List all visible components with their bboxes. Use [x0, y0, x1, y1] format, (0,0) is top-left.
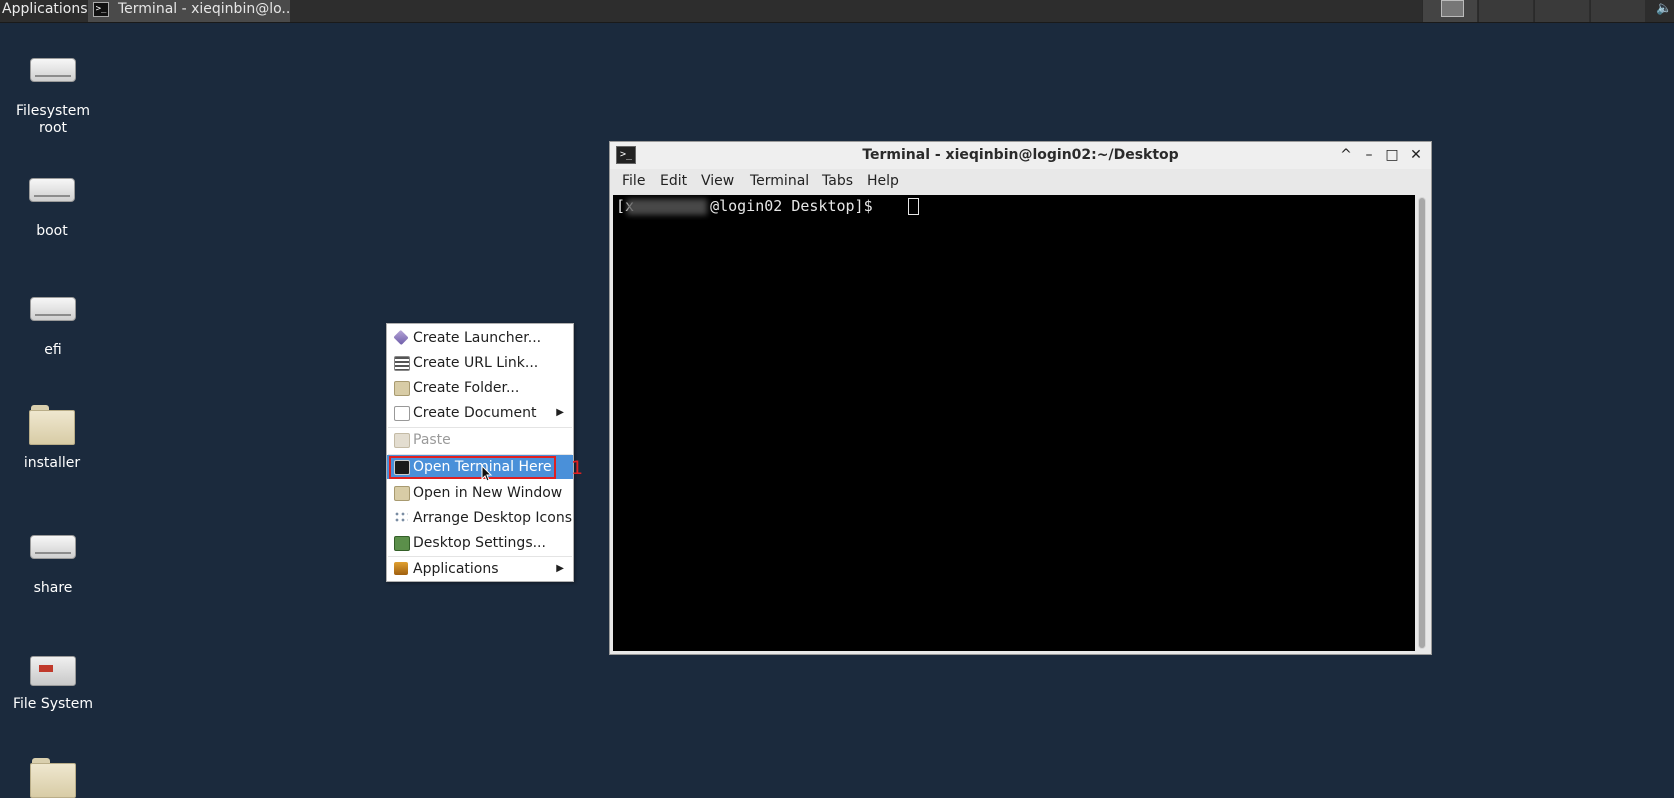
desktop-icon-boot[interactable]: boot	[2, 178, 102, 240]
menu-item-desktop-settings[interactable]: Desktop Settings...	[387, 531, 573, 555]
applications-icon	[394, 562, 408, 575]
terminal-scrollbar[interactable]	[1418, 197, 1426, 649]
desktop-icon-efi[interactable]: efi	[3, 297, 103, 359]
desktop-icon-label: Filesystem root	[15, 103, 91, 136]
desktop-icon-file-system[interactable]: File System	[3, 656, 103, 713]
desktop-icon-share[interactable]: share	[3, 535, 103, 597]
menu-terminal[interactable]: Terminal	[750, 173, 809, 189]
menu-view[interactable]: View	[701, 173, 734, 189]
submenu-arrow-icon: ▶	[556, 563, 564, 574]
menu-item-label: Create Document	[413, 405, 537, 421]
workspace-1[interactable]	[1422, 0, 1477, 22]
maximize-button[interactable]: □	[1383, 146, 1401, 164]
drive-icon	[30, 535, 76, 559]
top-panel: Applications⁝ >_ Terminal - xieqinbin@lo…	[0, 0, 1674, 23]
folder-icon	[29, 405, 75, 445]
menu-help[interactable]: Help	[867, 173, 899, 189]
minimize-button[interactable]: –	[1360, 146, 1378, 164]
arrange-icon	[394, 511, 408, 524]
menu-item-paste: Paste	[387, 428, 573, 452]
workspace-4[interactable]	[1590, 0, 1645, 22]
folder-window-icon	[394, 486, 410, 501]
menu-item-label: Create URL Link...	[413, 355, 539, 371]
desktop-icon-label: share	[33, 580, 73, 596]
desktop-icon-label: installer	[23, 455, 81, 471]
drive-icon	[30, 58, 76, 82]
url-link-icon	[394, 356, 410, 371]
menu-item-arrange-desktop-icons[interactable]: Arrange Desktop Icons	[387, 506, 573, 530]
menu-item-label: Applications	[413, 561, 499, 577]
drive-icon	[30, 297, 76, 321]
taskbar-terminal-button[interactable]: >_ Terminal - xieqinbin@lo...	[88, 0, 290, 22]
redacted-username	[627, 199, 707, 215]
filesystem-icon	[30, 656, 76, 686]
terminal-icon	[394, 460, 410, 475]
mouse-pointer-icon	[481, 465, 493, 482]
menu-item-applications[interactable]: Applications ▶	[387, 557, 573, 581]
menu-item-label: Create Launcher...	[413, 330, 542, 346]
menu-item-label: Desktop Settings...	[413, 535, 546, 551]
desktop-icon-label: File System	[12, 696, 94, 712]
terminal-menubar: File Edit View Terminal Tabs Help	[610, 169, 1431, 194]
applications-label: Applications	[2, 1, 88, 17]
terminal-titlebar[interactable]: >_ Terminal - xieqinbin@login02:~/Deskto…	[610, 142, 1431, 169]
settings-icon	[394, 536, 410, 551]
document-icon	[394, 406, 410, 421]
terminal-cursor	[908, 198, 919, 215]
close-button[interactable]: ✕	[1407, 146, 1425, 164]
annotation-marker-1: 1	[571, 457, 584, 479]
desktop-icon-installer[interactable]: installer	[2, 405, 102, 472]
workspace-window-thumbnail	[1441, 0, 1464, 17]
menu-file[interactable]: File	[622, 173, 645, 189]
menu-tabs[interactable]: Tabs	[822, 173, 853, 189]
menu-item-label: Create Folder...	[413, 380, 520, 396]
desktop-icon-label: boot	[36, 223, 68, 239]
folder-add-icon	[394, 381, 410, 396]
terminal-window: >_ Terminal - xieqinbin@login02:~/Deskto…	[609, 141, 1432, 655]
desktop-icon-filesystem-root[interactable]: Filesystem root	[3, 58, 103, 137]
menu-item-label: Paste	[413, 432, 451, 448]
terminal-title: Terminal - xieqinbin@login02:~/Desktop	[862, 147, 1179, 163]
terminal-screen[interactable]: [x @login02 Desktop]$	[613, 195, 1415, 651]
desktop-icon-partial-folder[interactable]	[3, 758, 103, 798]
desktop-icon-label: efi	[44, 342, 62, 358]
menu-item-create-folder[interactable]: Create Folder...	[387, 376, 573, 400]
menu-item-open-in-new-window[interactable]: Open in New Window	[387, 481, 573, 505]
desktop-context-menu: Create Launcher... Create URL Link... Cr…	[386, 323, 574, 582]
scrollbar-thumb[interactable]	[1419, 198, 1425, 648]
launcher-icon	[393, 329, 409, 346]
menu-item-create-launcher[interactable]: Create Launcher...	[387, 326, 573, 350]
terminal-icon: >_	[93, 2, 109, 17]
workspace-2[interactable]	[1478, 0, 1533, 22]
volume-icon[interactable]: 🔈	[1656, 1, 1672, 16]
menu-item-open-terminal-here[interactable]: Open Terminal Here	[387, 455, 573, 479]
menu-item-create-document[interactable]: Create Document ▶	[387, 401, 573, 425]
paste-icon	[394, 433, 410, 448]
taskbar-terminal-label: Terminal - xieqinbin@lo...	[118, 1, 290, 17]
submenu-arrow-icon: ▶	[556, 407, 564, 418]
menu-item-create-url-link[interactable]: Create URL Link...	[387, 351, 573, 375]
shade-button[interactable]: ^	[1337, 146, 1355, 164]
workspace-3[interactable]	[1534, 0, 1589, 22]
menu-item-label: Arrange Desktop Icons	[413, 510, 572, 526]
folder-icon	[30, 758, 76, 798]
drive-icon	[29, 178, 75, 202]
menu-item-label: Open in New Window	[413, 485, 563, 501]
applications-menu-button[interactable]: Applications⁝	[0, 0, 96, 22]
menu-edit[interactable]: Edit	[660, 173, 687, 189]
